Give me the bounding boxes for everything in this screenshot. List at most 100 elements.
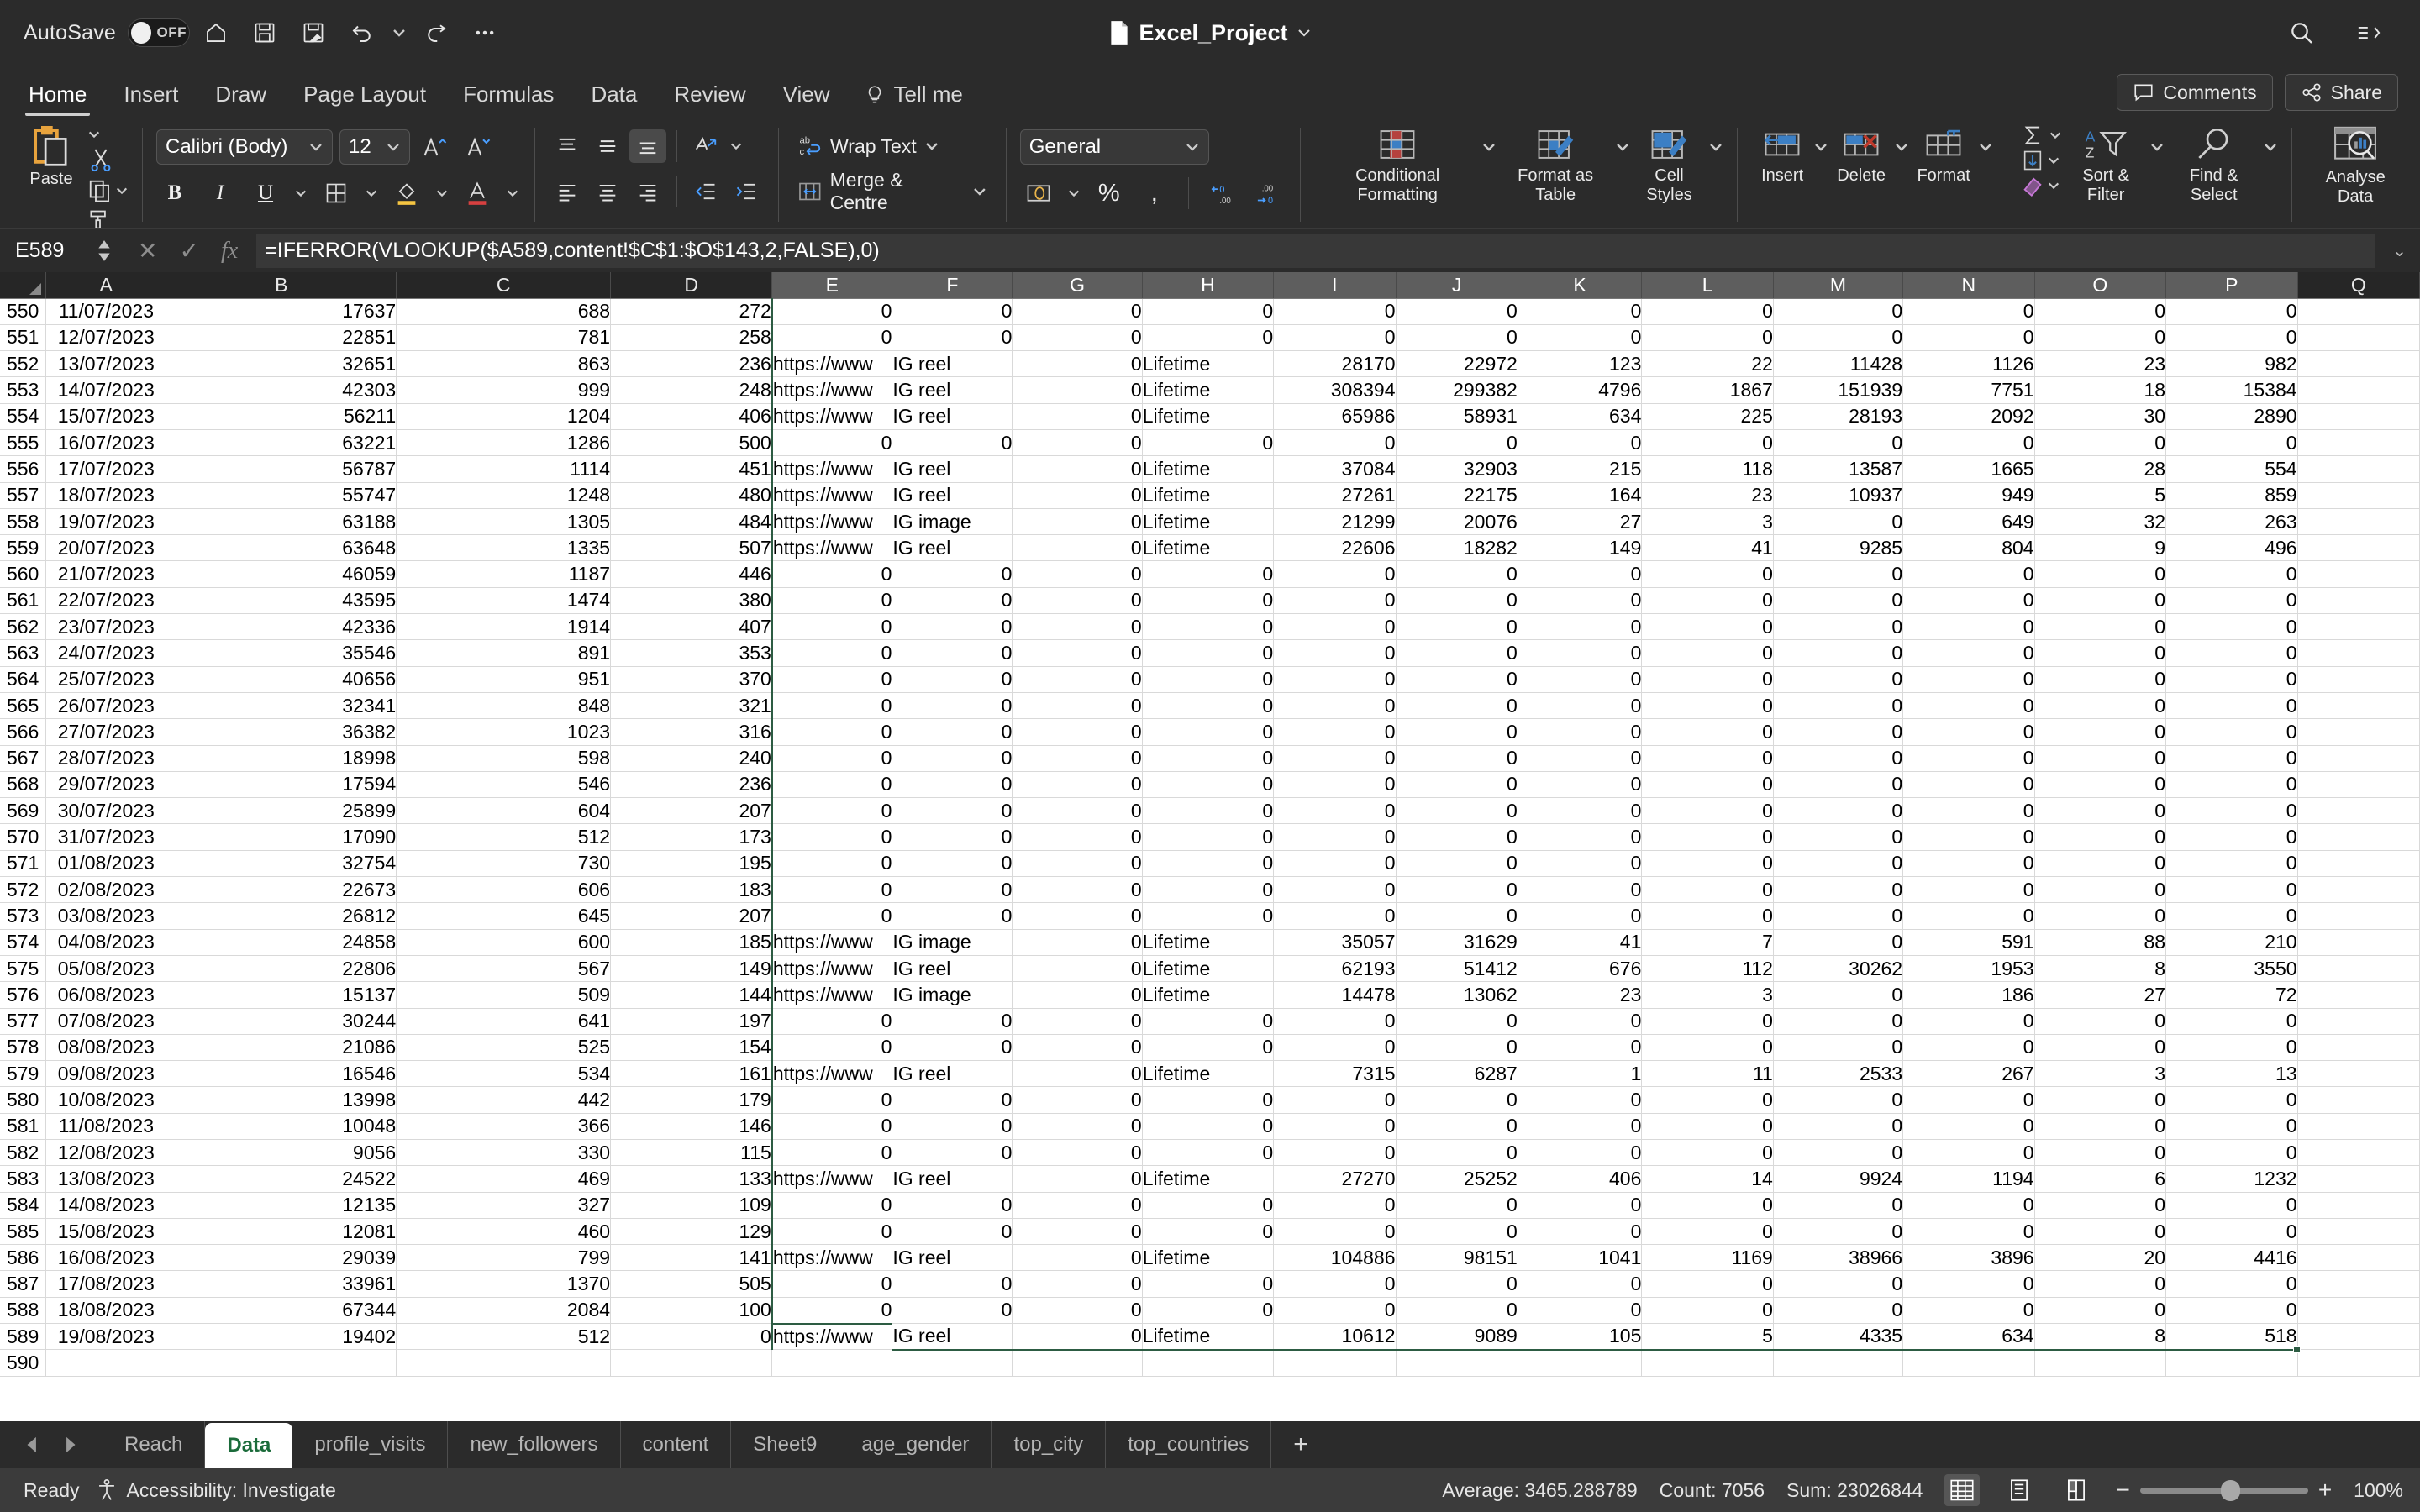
cell-O556[interactable]: 28 [2034, 455, 2167, 483]
cell-H589[interactable]: Lifetime [1142, 1323, 1275, 1351]
cell-E568[interactable]: 0 [771, 771, 893, 799]
cell-Q585[interactable] [2297, 1218, 2420, 1246]
cell-A580[interactable]: 10/08/2023 [45, 1086, 167, 1114]
cell-D583[interactable]: 133 [610, 1165, 773, 1193]
cell-F558[interactable]: IG image [892, 508, 1013, 536]
cell-Q569[interactable] [2297, 797, 2420, 825]
cell-N556[interactable]: 1665 [1902, 455, 2035, 483]
cell-H556[interactable]: Lifetime [1142, 455, 1275, 483]
cell-H561[interactable]: 0 [1142, 587, 1275, 615]
row-header-587[interactable]: 587 [0, 1270, 47, 1298]
cell-A563[interactable]: 24/07/2023 [45, 639, 167, 667]
cell-A561[interactable]: 22/07/2023 [45, 587, 167, 615]
cell-H586[interactable]: Lifetime [1142, 1244, 1275, 1272]
cell-G583[interactable]: 0 [1012, 1165, 1143, 1193]
sheet-tab-top-countries[interactable]: top_countries [1106, 1421, 1272, 1468]
cell-L580[interactable]: 0 [1641, 1086, 1774, 1114]
formula-bar-expand-icon[interactable]: ⌄ [2379, 240, 2420, 261]
cell-L561[interactable]: 0 [1641, 587, 1774, 615]
cell-styles-button[interactable]: Cell Styles [1630, 121, 1708, 205]
cell-K575[interactable]: 676 [1518, 955, 1643, 983]
cell-M590[interactable] [1773, 1349, 1904, 1377]
cell-Q570[interactable] [2297, 823, 2420, 851]
table-row[interactable]: 567 28/07/2023 18998 598 240 0 0 0 0 0 0 0 0 0 0 0 0 [0, 745, 2420, 772]
cell-O570[interactable]: 0 [2034, 823, 2167, 851]
cell-J573[interactable]: 0 [1396, 902, 1518, 930]
cell-K580[interactable]: 0 [1518, 1086, 1643, 1114]
cell-H563[interactable]: 0 [1142, 639, 1275, 667]
cell-A564[interactable]: 25/07/2023 [45, 666, 167, 693]
cell-K554[interactable]: 634 [1518, 403, 1643, 430]
cell-N570[interactable]: 0 [1902, 823, 2035, 851]
cell-G579[interactable]: 0 [1012, 1060, 1143, 1088]
cell-G573[interactable]: 0 [1012, 902, 1143, 930]
cell-E559[interactable]: https://www [771, 534, 893, 562]
cell-I560[interactable]: 0 [1273, 560, 1397, 588]
cell-G566[interactable]: 0 [1012, 718, 1143, 746]
cell-J574[interactable]: 31629 [1396, 929, 1518, 956]
tab-formulas[interactable]: Formulas [445, 81, 572, 118]
cell-H572[interactable]: 0 [1142, 876, 1275, 904]
cell-K587[interactable]: 0 [1518, 1270, 1643, 1298]
row-header-574[interactable]: 574 [0, 929, 47, 956]
cell-H583[interactable]: Lifetime [1142, 1165, 1275, 1193]
cell-M558[interactable]: 0 [1773, 508, 1904, 536]
cell-G578[interactable]: 0 [1012, 1034, 1143, 1062]
cell-F550[interactable]: 0 [892, 298, 1013, 325]
cell-J553[interactable]: 299382 [1396, 376, 1518, 404]
name-box[interactable]: E589 [0, 229, 119, 273]
row-header-588[interactable]: 588 [0, 1297, 47, 1325]
cell-L576[interactable]: 3 [1641, 981, 1774, 1009]
cell-O583[interactable]: 6 [2034, 1165, 2167, 1193]
cell-G562[interactable]: 0 [1012, 613, 1143, 641]
cell-K573[interactable]: 0 [1518, 902, 1643, 930]
cell-P565[interactable]: 0 [2165, 692, 2298, 720]
cell-J565[interactable]: 0 [1396, 692, 1518, 720]
cell-G576[interactable]: 0 [1012, 981, 1143, 1009]
cell-P564[interactable]: 0 [2165, 666, 2298, 693]
cell-F559[interactable]: IG reel [892, 534, 1013, 562]
cell-M582[interactable]: 0 [1773, 1139, 1904, 1167]
cell-K560[interactable]: 0 [1518, 560, 1643, 588]
cell-H553[interactable]: Lifetime [1142, 376, 1275, 404]
cell-F574[interactable]: IG image [892, 929, 1013, 956]
cell-Q588[interactable] [2297, 1297, 2420, 1325]
spreadsheet-grid[interactable]: A B C D E F G H I J K L M N O P Q 550 11… [0, 272, 2420, 1421]
cell-B569[interactable]: 25899 [166, 797, 397, 825]
row-header-584[interactable]: 584 [0, 1192, 47, 1219]
cell-I565[interactable]: 0 [1273, 692, 1397, 720]
cell-K551[interactable]: 0 [1518, 324, 1643, 352]
cell-C555[interactable]: 1286 [396, 429, 612, 457]
cell-H565[interactable]: 0 [1142, 692, 1275, 720]
cell-G569[interactable]: 0 [1012, 797, 1143, 825]
cell-B575[interactable]: 22806 [166, 955, 397, 983]
table-row[interactable]: 565 26/07/2023 32341 848 321 0 0 0 0 0 0 0 0 0 0 0 0 [0, 692, 2420, 720]
cell-E583[interactable]: https://www [771, 1165, 893, 1193]
cell-I576[interactable]: 14478 [1273, 981, 1397, 1009]
cell-F577[interactable]: 0 [892, 1008, 1013, 1035]
zoom-slider[interactable]: − + [2116, 1477, 2332, 1504]
cell-K566[interactable]: 0 [1518, 718, 1643, 746]
cell-B587[interactable]: 33961 [166, 1270, 397, 1298]
cell-H584[interactable]: 0 [1142, 1192, 1275, 1219]
cell-K556[interactable]: 215 [1518, 455, 1643, 483]
cell-E566[interactable]: 0 [771, 718, 893, 746]
name-box-spinner[interactable] [97, 240, 111, 261]
cell-G568[interactable]: 0 [1012, 771, 1143, 799]
cell-B576[interactable]: 15137 [166, 981, 397, 1009]
cell-Q555[interactable] [2297, 429, 2420, 457]
cell-J588[interactable]: 0 [1396, 1297, 1518, 1325]
table-row[interactable]: 569 30/07/2023 25899 604 207 0 0 0 0 0 0 0 0 0 0 0 0 [0, 797, 2420, 825]
table-row[interactable]: 572 02/08/2023 22673 606 183 0 0 0 0 0 0 0 0 0 0 0 0 [0, 876, 2420, 904]
cell-D561[interactable]: 380 [610, 587, 773, 615]
cell-B556[interactable]: 56787 [166, 455, 397, 483]
cell-F582[interactable]: 0 [892, 1139, 1013, 1167]
cell-N560[interactable]: 0 [1902, 560, 2035, 588]
cell-Q586[interactable] [2297, 1244, 2420, 1272]
cell-N574[interactable]: 591 [1902, 929, 2035, 956]
cell-J590[interactable] [1396, 1349, 1518, 1377]
cell-E552[interactable]: https://www [771, 350, 893, 378]
cell-I585[interactable]: 0 [1273, 1218, 1397, 1246]
cell-F573[interactable]: 0 [892, 902, 1013, 930]
cell-K579[interactable]: 1 [1518, 1060, 1643, 1088]
